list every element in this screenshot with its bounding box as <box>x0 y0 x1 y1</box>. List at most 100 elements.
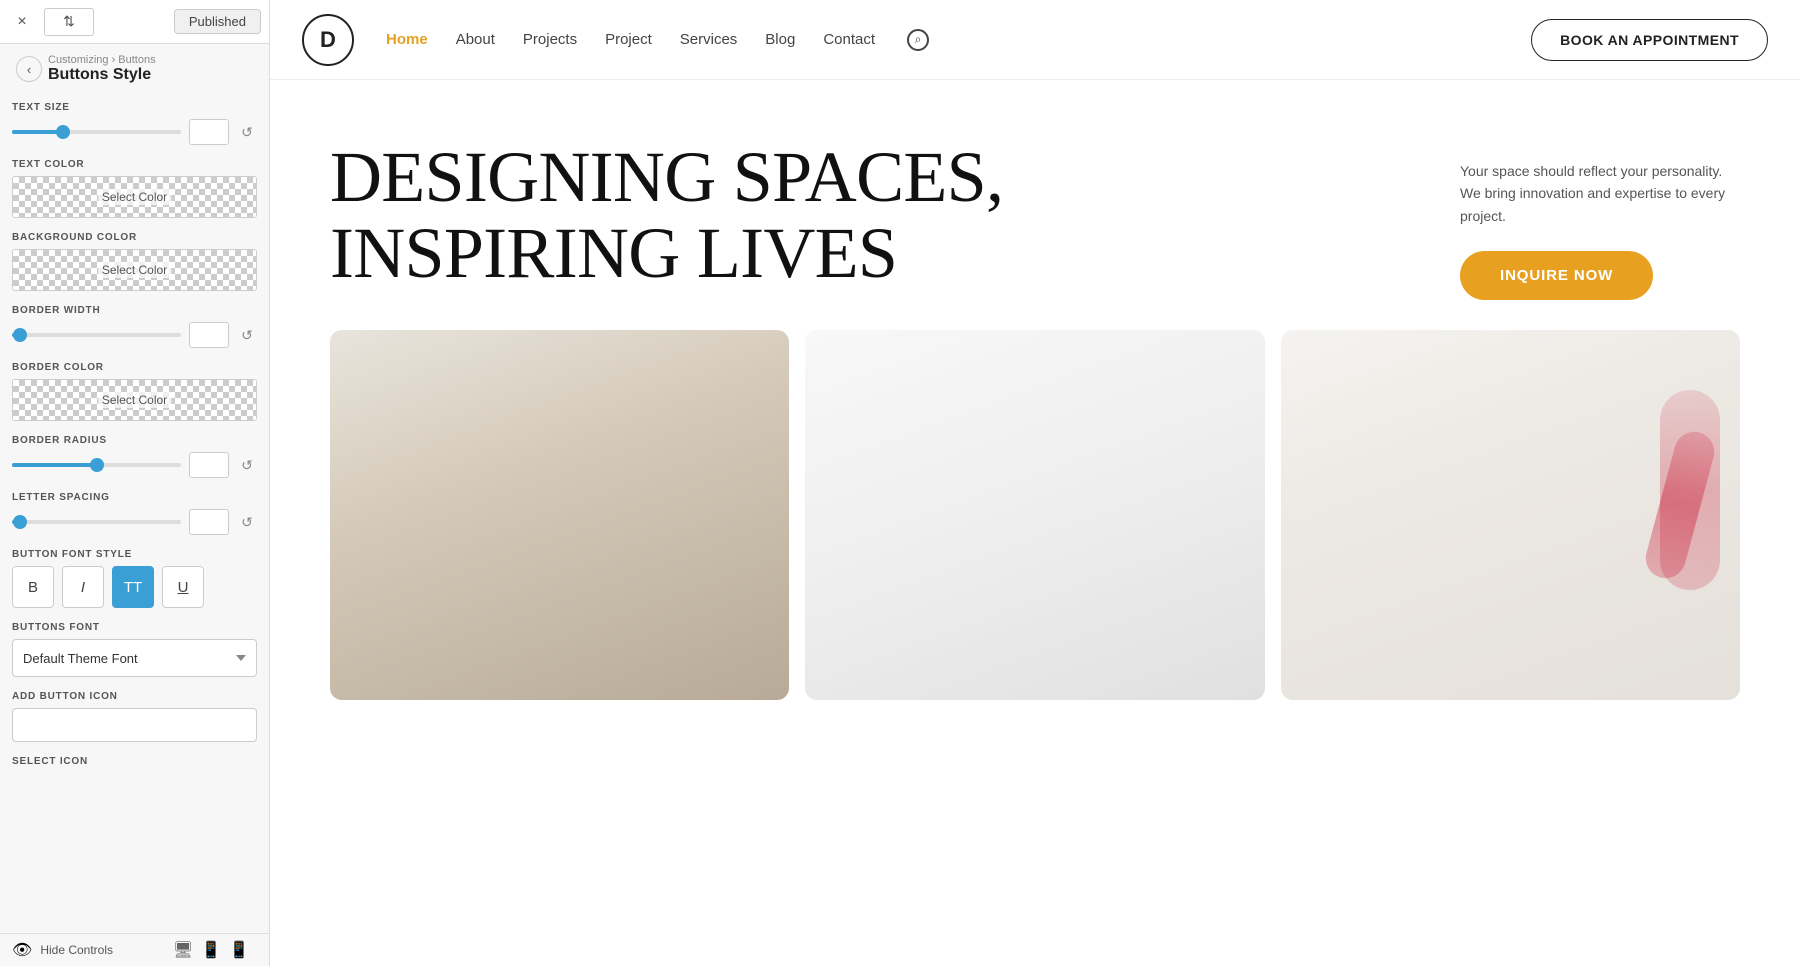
text-color-control: TEXT COLOR Select Color <box>12 159 257 218</box>
border-color-control: BORDER COLOR Select Color <box>12 362 257 421</box>
bg-color-swatch-label: Select Color <box>98 262 171 278</box>
border-radius-input[interactable]: 50 <box>189 452 229 478</box>
nav-contact[interactable]: Contact <box>823 31 875 48</box>
add-icon-input[interactable]: Yes <box>12 708 257 742</box>
add-icon-label: ADD BUTTON ICON <box>12 691 257 702</box>
nav-about[interactable]: About <box>456 31 495 48</box>
text-size-track[interactable] <box>12 130 181 134</box>
close-button[interactable]: × <box>8 8 36 36</box>
border-radius-fill <box>12 463 97 467</box>
nav-services[interactable]: Services <box>680 31 738 48</box>
bg-color-label: BACKGROUND COLOR <box>12 232 257 243</box>
panel-body: TEXT SIZE 14 ↺ TEXT COLOR Select Color B… <box>0 90 269 933</box>
back-button[interactable]: ‹ <box>16 56 42 82</box>
letter-spacing-track[interactable] <box>12 520 181 524</box>
border-width-reset[interactable]: ↺ <box>237 325 257 345</box>
italic-button[interactable]: I <box>62 566 104 608</box>
border-color-swatch-label: Select Color <box>98 392 171 408</box>
eye-icon: 👁 <box>12 940 32 960</box>
underline-button[interactable]: U <box>162 566 204 608</box>
breadcrumb-area: ‹ Customizing › Buttons Buttons Style <box>0 44 269 90</box>
preview-area: D Home About Projects Project Services B… <box>270 0 1800 966</box>
letter-spacing-label: LETTER SPACING <box>12 492 257 503</box>
border-color-swatch[interactable]: Select Color <box>12 379 257 421</box>
buttons-font-label: BUTTONS FONT <box>12 622 257 633</box>
hero-title: DESIGNING SPACES, INSPIRING LIVES <box>330 140 1010 291</box>
logo-letter: D <box>320 27 336 53</box>
nav-logo: D <box>302 14 354 66</box>
sort-button[interactable]: ⇅ <box>44 8 94 36</box>
border-width-input[interactable]: 1 <box>189 322 229 348</box>
letter-spacing-input[interactable]: 0 <box>189 509 229 535</box>
hero-right: Your space should reflect your personali… <box>1440 140 1740 300</box>
nav-blog[interactable]: Blog <box>765 31 795 48</box>
desktop-icon[interactable]: 🖥 <box>173 940 193 960</box>
hero-description: Your space should reflect your personali… <box>1460 160 1740 227</box>
nav-projects[interactable]: Projects <box>523 31 577 48</box>
hero-title-line2: INSPIRING LIVES <box>330 213 897 293</box>
text-color-label: TEXT COLOR <box>12 159 257 170</box>
border-radius-control: BORDER RADIUS 50 ↺ <box>12 435 257 478</box>
text-size-control: TEXT SIZE 14 ↺ <box>12 102 257 145</box>
text-size-thumb[interactable] <box>56 125 70 139</box>
book-appointment-button[interactable]: BOOK AN APPOINTMENT <box>1531 19 1768 61</box>
tt-button[interactable]: TT <box>112 566 154 608</box>
letter-spacing-thumb[interactable] <box>13 515 27 529</box>
font-style-control: BUTTON FONT STYLE B I TT U <box>12 549 257 608</box>
border-color-label: BORDER COLOR <box>12 362 257 373</box>
hide-controls-bar[interactable]: 👁 Hide Controls 🖥 📱 📱 <box>0 933 269 966</box>
letter-spacing-control: LETTER SPACING 0 ↺ <box>12 492 257 535</box>
nav-project[interactable]: Project <box>605 31 652 48</box>
border-width-thumb[interactable] <box>13 328 27 342</box>
chair-image-card <box>805 330 1264 700</box>
breadcrumb-path: Customizing › Buttons <box>48 54 156 66</box>
border-radius-track[interactable] <box>12 463 181 467</box>
hide-controls-label: Hide Controls <box>40 943 113 957</box>
border-radius-label: BORDER RADIUS <box>12 435 257 446</box>
bg-color-swatch[interactable]: Select Color <box>12 249 257 291</box>
border-width-track[interactable] <box>12 333 181 337</box>
select-icon-control: SELECT ICON <box>12 756 257 767</box>
text-color-swatch[interactable]: Select Color <box>12 176 257 218</box>
bold-button[interactable]: B <box>12 566 54 608</box>
border-width-control: BORDER WIDTH 1 ↺ <box>12 305 257 348</box>
sort-icon: ⇅ <box>63 13 75 30</box>
border-width-label: BORDER WIDTH <box>12 305 257 316</box>
hero-left: DESIGNING SPACES, INSPIRING LIVES <box>330 140 1440 291</box>
nav-links: Home About Projects Project Services Blo… <box>386 29 929 51</box>
hero-section: DESIGNING SPACES, INSPIRING LIVES Your s… <box>270 80 1800 300</box>
text-color-swatch-label: Select Color <box>98 189 171 205</box>
sofa-image-card <box>330 330 789 700</box>
buttons-font-control: BUTTONS FONT Default Theme Font <box>12 622 257 677</box>
device-icons: 🖥 📱 📱 <box>173 940 249 960</box>
left-panel: × ⇅ Published ‹ Customizing › Buttons Bu… <box>0 0 270 966</box>
letter-spacing-reset[interactable]: ↺ <box>237 512 257 532</box>
buttons-font-select[interactable]: Default Theme Font <box>12 639 257 677</box>
inquire-button[interactable]: INQUIRE NOW <box>1460 251 1653 300</box>
nav-home[interactable]: Home <box>386 31 428 48</box>
published-button[interactable]: Published <box>174 9 261 34</box>
border-width-slider-row: 1 ↺ <box>12 322 257 348</box>
breadcrumb-text: Customizing › Buttons Buttons Style <box>48 54 156 84</box>
font-style-row: B I TT U <box>12 566 257 608</box>
mobile-icon[interactable]: 📱 <box>229 940 249 960</box>
text-size-input[interactable]: 14 <box>189 119 229 145</box>
bg-color-control: BACKGROUND COLOR Select Color <box>12 232 257 291</box>
border-radius-thumb[interactable] <box>90 458 104 472</box>
text-size-reset[interactable]: ↺ <box>237 122 257 142</box>
add-icon-control: ADD BUTTON ICON Yes <box>12 691 257 742</box>
floral-image-card <box>1281 330 1740 700</box>
text-size-slider-row: 14 ↺ <box>12 119 257 145</box>
border-radius-reset[interactable]: ↺ <box>237 455 257 475</box>
top-bar: × ⇅ Published <box>0 0 269 44</box>
border-radius-slider-row: 50 ↺ <box>12 452 257 478</box>
images-row <box>270 300 1800 700</box>
tablet-icon[interactable]: 📱 <box>201 940 221 960</box>
text-size-label: TEXT SIZE <box>12 102 257 113</box>
nav-bar: D Home About Projects Project Services B… <box>270 0 1800 80</box>
breadcrumb-title: Buttons Style <box>48 66 156 84</box>
hero-title-line1: DESIGNING SPACES, <box>330 137 1003 217</box>
search-icon[interactable]: ⌕ <box>907 29 929 51</box>
back-icon: ‹ <box>27 62 31 77</box>
font-style-label: BUTTON FONT STYLE <box>12 549 257 560</box>
